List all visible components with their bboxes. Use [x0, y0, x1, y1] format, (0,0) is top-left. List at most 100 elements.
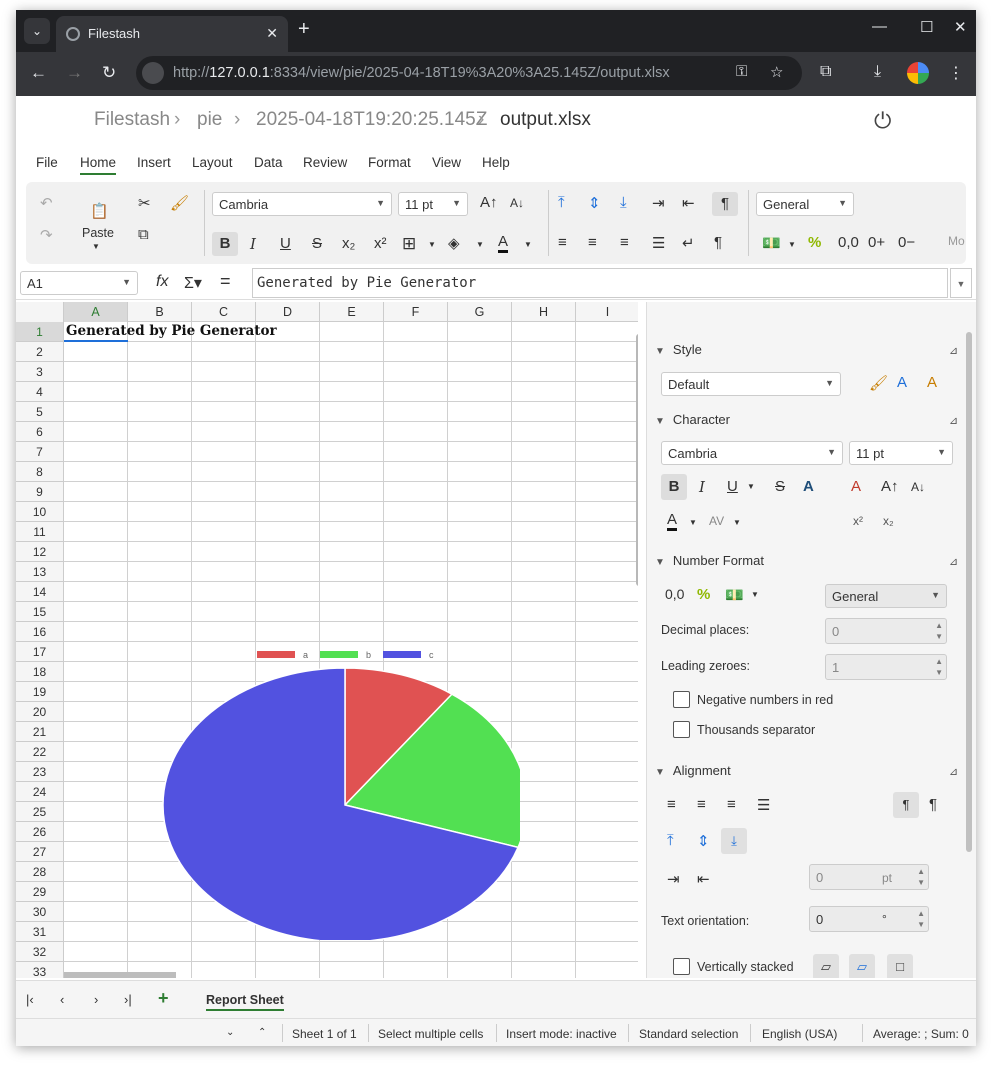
column-header-f[interactable]: F — [384, 302, 448, 322]
row-header-32[interactable]: 32 — [16, 942, 64, 962]
sidebar-superscript-icon[interactable]: x² — [853, 514, 863, 528]
formula-input[interactable]: Generated by Pie Generator — [252, 268, 948, 298]
sum-icon[interactable]: Σ▾ — [184, 273, 202, 293]
sidebar-justify-icon[interactable]: ☰ — [757, 796, 770, 814]
row-header-33[interactable]: 33 — [16, 962, 64, 978]
sidebar-underline-button[interactable]: U — [727, 478, 738, 495]
name-box[interactable]: A1 ▼ — [20, 271, 138, 295]
font-color-icon[interactable]: A — [498, 234, 509, 253]
shrink-font-icon[interactable]: A↓ — [510, 196, 524, 210]
chevron-down-icon[interactable]: ▼ — [788, 240, 796, 249]
grow-font-icon[interactable]: A↑ — [881, 478, 899, 495]
row-header-15[interactable]: 15 — [16, 602, 64, 622]
chevron-up-icon[interactable]: ⌃ — [258, 1027, 266, 1038]
grow-font-icon[interactable]: A↑ — [480, 194, 498, 211]
subscript-button[interactable]: x₂ — [342, 235, 355, 252]
row-header-8[interactable]: 8 — [16, 462, 64, 482]
alignment-section-header[interactable]: ▼ Alignment — [655, 763, 731, 778]
back-icon[interactable]: ← — [30, 63, 47, 83]
breadcrumb-filestash[interactable]: Filestash — [94, 109, 170, 131]
column-header-c[interactable]: C — [192, 302, 256, 322]
breadcrumb-pie[interactable]: pie — [197, 109, 222, 131]
chevron-down-icon[interactable]: ▼ — [747, 482, 755, 491]
underline-button[interactable]: U — [280, 235, 291, 252]
sidebar-align-middle-icon[interactable]: ⇕ — [697, 832, 710, 850]
menu-layout[interactable]: Layout — [192, 155, 233, 170]
tab-search-button[interactable]: ⌄ — [24, 18, 50, 44]
sidebar-font-select[interactable]: Cambria ▼ — [661, 441, 843, 465]
sidebar-align-left-icon[interactable]: ≡ — [667, 796, 676, 813]
character-section-header[interactable]: ▼ Character — [655, 412, 730, 427]
row-header-24[interactable]: 24 — [16, 782, 64, 802]
align-bottom-icon[interactable]: ⤓ — [620, 194, 627, 211]
prev-sheet-icon[interactable]: ‹ — [60, 992, 64, 1007]
chevron-down-icon[interactable]: ▼ — [524, 240, 532, 249]
decrease-indent-icon[interactable]: ⇤ — [682, 194, 695, 212]
browser-tab[interactable]: Filestash ✕ — [56, 16, 288, 52]
delete-decimal-icon[interactable]: 0− — [898, 234, 915, 251]
next-sheet-icon[interactable]: › — [94, 992, 98, 1007]
column-header-e[interactable]: E — [320, 302, 384, 322]
menu-insert[interactable]: Insert — [137, 155, 171, 170]
row-header-10[interactable]: 10 — [16, 502, 64, 522]
bookmark-star-icon[interactable]: ☆ — [770, 63, 783, 81]
row-header-19[interactable]: 19 — [16, 682, 64, 702]
key-icon[interactable]: ⚿ — [736, 63, 747, 80]
align-top-icon[interactable]: ⤒ — [558, 194, 565, 211]
row-header-23[interactable]: 23 — [16, 762, 64, 782]
select-all-corner[interactable] — [16, 302, 64, 322]
redo-icon[interactable]: ↷ — [40, 226, 53, 244]
sidebar-ltr-button[interactable]: ¶ — [893, 792, 919, 818]
strikethrough-button[interactable]: S — [312, 235, 322, 252]
breadcrumb-folder[interactable]: 2025-04-18T19:20:25.145Z — [256, 109, 487, 131]
more-options-icon[interactable]: ⊿ — [949, 344, 958, 357]
status-language[interactable]: English (USA) — [762, 1027, 837, 1041]
row-header-20[interactable]: 20 — [16, 702, 64, 722]
sidebar-number-format-select[interactable]: General ▼ — [825, 584, 947, 608]
paste-dropdown-icon[interactable]: ▼ — [92, 242, 100, 251]
number-format-select[interactable]: General ▼ — [756, 192, 854, 216]
menu-data[interactable]: Data — [254, 155, 283, 170]
row-header-30[interactable]: 30 — [16, 902, 64, 922]
chevron-down-icon[interactable]: ▼ — [733, 518, 741, 527]
column-header-b[interactable]: B — [128, 302, 192, 322]
horizontal-scrollbar[interactable] — [64, 972, 176, 978]
paste-icon[interactable]: 📋 — [90, 202, 109, 220]
row-header-12[interactable]: 12 — [16, 542, 64, 562]
row-header-7[interactable]: 7 — [16, 442, 64, 462]
decimal-places-field[interactable]: 0 ▲ ▼ — [825, 618, 947, 644]
chevron-down-icon[interactable]: ▼ — [751, 590, 759, 599]
row-header-21[interactable]: 21 — [16, 722, 64, 742]
more-label[interactable]: Mo — [948, 234, 965, 248]
text-orientation-field[interactable]: 0 ° ▲ ▼ — [809, 906, 929, 932]
row-header-26[interactable]: 26 — [16, 822, 64, 842]
more-options-icon[interactable]: ⊿ — [949, 555, 958, 568]
indent-field[interactable]: 0 pt ▲ ▼ — [809, 864, 929, 890]
sidebar-scrollbar[interactable] — [966, 332, 972, 852]
browser-menu-icon[interactable]: ⋮ — [948, 63, 964, 83]
row-header-22[interactable]: 22 — [16, 742, 64, 762]
menu-format[interactable]: Format — [368, 155, 411, 170]
row-header-18[interactable]: 18 — [16, 662, 64, 682]
column-header-d[interactable]: D — [256, 302, 320, 322]
profile-avatar[interactable] — [907, 62, 929, 84]
shrink-font-icon[interactable]: A↓ — [911, 480, 925, 494]
align-right-icon[interactable]: ≡ — [620, 234, 629, 251]
column-header-i[interactable]: I — [576, 302, 638, 322]
row-header-16[interactable]: 16 — [16, 622, 64, 642]
sidebar-percent-icon[interactable]: % — [697, 586, 710, 603]
row-header-13[interactable]: 13 — [16, 562, 64, 582]
add-sheet-icon[interactable]: + — [158, 988, 169, 1009]
close-tab-icon[interactable]: ✕ — [266, 25, 278, 42]
spin-arrows-icon[interactable]: ▲ ▼ — [917, 908, 925, 930]
spin-arrows-icon[interactable]: ▲ ▼ — [917, 866, 925, 888]
row-header-27[interactable]: 27 — [16, 842, 64, 862]
sidebar-align-right-icon[interactable]: ≡ — [727, 796, 736, 813]
number-format-icon[interactable]: 0,0 — [838, 234, 859, 251]
sidebar-strike-button[interactable]: S — [775, 478, 785, 495]
sidebar-size-select[interactable]: 11 pt ▼ — [849, 441, 953, 465]
orient-right-button[interactable]: ▱ — [849, 954, 875, 978]
download-icon[interactable]: ⤓ — [874, 63, 881, 81]
sidebar-shadow-button[interactable]: A — [803, 478, 814, 495]
row-header-9[interactable]: 9 — [16, 482, 64, 502]
